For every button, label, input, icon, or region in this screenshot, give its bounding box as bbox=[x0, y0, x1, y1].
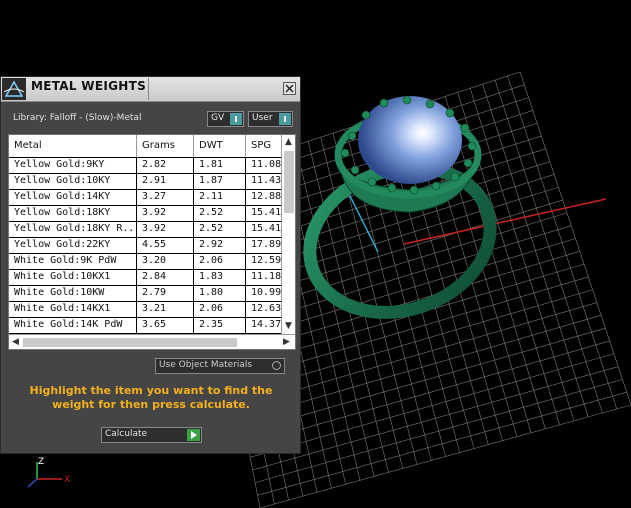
column-header-metal[interactable]: Metal bbox=[9, 135, 137, 157]
close-icon bbox=[285, 84, 294, 93]
table-row[interactable]: White Gold:10KW 2.79 1.80 10.99 bbox=[9, 286, 281, 302]
cell-grams: 3.27 bbox=[137, 190, 194, 205]
table-row[interactable]: White Gold:14KX1 3.21 2.06 12.63 bbox=[9, 302, 281, 318]
cell-dwt: 1.81 bbox=[194, 158, 246, 173]
library-label: Library: Falloff - (Slow)-Metal bbox=[13, 113, 142, 123]
table-row[interactable]: White Gold:9K PdW 3.20 2.06 12.59 bbox=[9, 254, 281, 270]
scroll-right-icon[interactable]: ▶ bbox=[283, 337, 290, 347]
cell-metal: Yellow Gold:22KY bbox=[9, 238, 137, 253]
table-row[interactable]: Yellow Gold:18KY 3.92 2.52 15.41 bbox=[9, 206, 281, 222]
cell-grams: 2.79 bbox=[137, 286, 194, 301]
cell-grams: 3.92 bbox=[137, 222, 194, 237]
app-logo-icon bbox=[2, 78, 26, 100]
cell-spg: 11.08 bbox=[251, 159, 281, 170]
cell-grams: 3.92 bbox=[137, 206, 194, 221]
column-header-dwt[interactable]: DWT bbox=[194, 135, 246, 157]
cell-dwt: 2.11 bbox=[194, 190, 246, 205]
cell-dwt: 2.52 bbox=[194, 222, 246, 237]
axis-z-label: Z bbox=[38, 457, 44, 467]
cell-metal: Yellow Gold:10KY bbox=[9, 174, 137, 189]
cell-dwt: 2.52 bbox=[194, 206, 246, 221]
table-row[interactable]: White Gold:10KX1 2.84 1.83 11.18 bbox=[9, 270, 281, 286]
cell-metal: White Gold:10KW bbox=[9, 286, 137, 301]
cell-grams: 3.65 bbox=[137, 318, 194, 333]
cell-grams: 4.55 bbox=[137, 238, 194, 253]
metal-weights-panel: METAL WEIGHTS Library: Falloff - (Slow)-… bbox=[0, 76, 301, 454]
table-row[interactable]: Yellow Gold:14KY 3.27 2.11 12.88 bbox=[9, 190, 281, 206]
cell-dwt: 2.92 bbox=[194, 238, 246, 253]
cell-dwt: 1.80 bbox=[194, 286, 246, 301]
cell-metal: White Gold:10KX1 bbox=[9, 270, 137, 285]
vertical-scroll-thumb[interactable] bbox=[284, 151, 294, 213]
cell-spg: 12.88 bbox=[251, 191, 281, 202]
cell-grams: 2.91 bbox=[137, 174, 194, 189]
metal-table[interactable]: Metal Grams DWT SPG Yellow Gold:9KY 2.82… bbox=[8, 134, 296, 350]
cell-grams: 3.21 bbox=[137, 302, 194, 317]
table-row[interactable]: White Gold:14K PdW 3.65 2.35 14.37 bbox=[9, 318, 281, 334]
scroll-up-icon[interactable]: ▲ bbox=[285, 137, 292, 147]
cell-dwt: 2.35 bbox=[194, 318, 246, 333]
table-row[interactable]: Yellow Gold:9KY 2.82 1.81 11.08 bbox=[9, 158, 281, 174]
cell-metal: Yellow Gold:18KY bbox=[9, 206, 137, 221]
gemstone bbox=[358, 96, 462, 184]
cell-dwt: 2.06 bbox=[194, 302, 246, 317]
title-divider bbox=[148, 78, 149, 100]
calculate-label: Calculate bbox=[105, 429, 148, 439]
panel-titlebar[interactable]: METAL WEIGHTS bbox=[1, 77, 300, 102]
user-indicator-icon bbox=[279, 113, 291, 125]
user-toggle[interactable]: User bbox=[248, 111, 293, 127]
horizontal-scrollbar[interactable]: ◀ ▶ bbox=[9, 334, 295, 349]
radio-icon[interactable] bbox=[272, 361, 281, 370]
cell-dwt: 1.87 bbox=[194, 174, 246, 189]
scroll-left-icon[interactable]: ◀ bbox=[12, 337, 19, 347]
cell-metal: Yellow Gold:18KY R... bbox=[9, 222, 137, 237]
calculate-button[interactable]: Calculate bbox=[101, 427, 202, 443]
cell-spg: 12.59 bbox=[251, 255, 281, 266]
cell-spg: 11.43 bbox=[251, 175, 281, 186]
panel-title: METAL WEIGHTS bbox=[31, 79, 147, 93]
cell-spg: 10.99 bbox=[251, 287, 281, 298]
use-object-materials-option[interactable]: Use Object Materials bbox=[155, 358, 285, 374]
axis-x-label: X bbox=[64, 475, 70, 485]
cell-metal: Yellow Gold:14KY bbox=[9, 190, 137, 205]
cell-grams: 2.82 bbox=[137, 158, 194, 173]
cell-dwt: 2.06 bbox=[194, 254, 246, 269]
user-label: User bbox=[252, 113, 273, 123]
cell-spg: 15.41 bbox=[251, 223, 281, 234]
column-header-grams[interactable]: Grams bbox=[137, 135, 194, 157]
cell-spg: 15.41 bbox=[251, 207, 281, 218]
table-row[interactable]: Yellow Gold:10KY 2.91 1.87 11.43 bbox=[9, 174, 281, 190]
cell-metal: White Gold:14K PdW bbox=[9, 318, 137, 333]
gv-label: GV bbox=[211, 113, 225, 123]
cell-metal: White Gold:14KX1 bbox=[9, 302, 137, 317]
instruction-text: Highlight the item you want to find the … bbox=[29, 384, 273, 411]
cell-spg: 17.89 bbox=[251, 239, 281, 250]
horizontal-scroll-thumb[interactable] bbox=[23, 338, 237, 347]
use-object-materials-label: Use Object Materials bbox=[159, 360, 253, 370]
cell-metal: White Gold:9K PdW bbox=[9, 254, 137, 269]
cell-dwt: 1.83 bbox=[194, 270, 246, 285]
cell-grams: 3.20 bbox=[137, 254, 194, 269]
table-row[interactable]: Yellow Gold:22KY 4.55 2.92 17.89 bbox=[9, 238, 281, 254]
gv-toggle[interactable]: GV bbox=[207, 111, 244, 127]
ring-model[interactable] bbox=[291, 95, 509, 335]
cell-metal: Yellow Gold:9KY bbox=[9, 158, 137, 173]
cell-spg: 11.18 bbox=[251, 271, 281, 282]
cell-grams: 2.84 bbox=[137, 270, 194, 285]
table-row[interactable]: Yellow Gold:18KY R... 3.92 2.52 15.41 bbox=[9, 222, 281, 238]
cell-spg: 12.63 bbox=[251, 303, 281, 314]
vertical-scrollbar[interactable]: ▲ ▼ bbox=[281, 135, 295, 334]
close-button[interactable] bbox=[283, 82, 296, 95]
cell-spg: 14.37 bbox=[251, 319, 281, 330]
gv-indicator-icon bbox=[230, 113, 242, 125]
axis-gizmo: Z X bbox=[27, 457, 70, 488]
column-header-spg[interactable]: SPG bbox=[246, 135, 281, 157]
scroll-down-icon[interactable]: ▼ bbox=[285, 321, 292, 331]
play-arrow-icon bbox=[187, 429, 200, 441]
